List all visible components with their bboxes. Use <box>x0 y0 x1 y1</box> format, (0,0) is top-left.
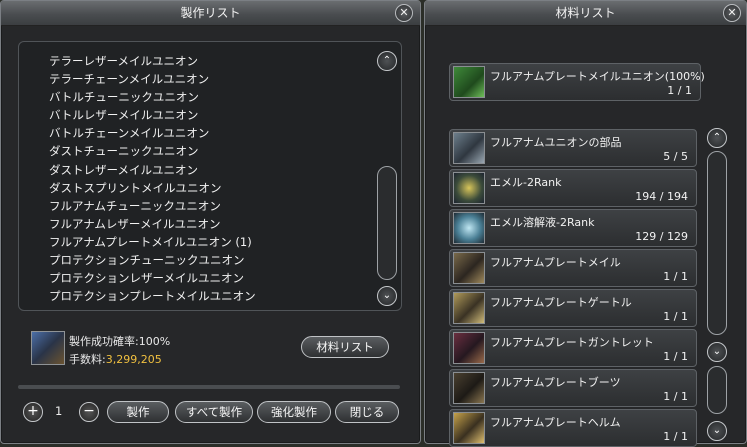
material-icon <box>453 252 485 284</box>
recipe-item[interactable]: フルアナムチューニックユニオン <box>49 197 256 215</box>
craft-button[interactable]: 製作 <box>107 401 169 423</box>
fee-label: 手数料: <box>69 353 106 366</box>
material-name: フルアナムプレートゲートル <box>490 296 632 309</box>
divider <box>18 385 400 389</box>
result-item-name: フルアナムプレートメイルユニオン(100%) <box>490 70 705 83</box>
material-item: フルアナムプレートヘルム 1 / 1 <box>449 409 697 447</box>
material-list-button[interactable]: 材料リスト <box>301 336 389 358</box>
recipe-item[interactable]: ダストチューニックユニオン <box>49 142 256 160</box>
material-item: エメル溶解液-2Rank 129 / 129 <box>449 209 697 247</box>
recipe-item[interactable]: バトルチェーンメイルユニオン <box>49 124 256 142</box>
material-icon <box>453 412 485 444</box>
material-scrollbar-lower[interactable] <box>707 366 727 414</box>
plus-icon[interactable]: + <box>23 402 43 422</box>
recipe-item[interactable]: フルアナムプレートメイルユニオン (1) <box>49 233 256 251</box>
material-item: フルアナムプレートゲートル 1 / 1 <box>449 289 697 327</box>
recipe-item[interactable]: ダストスプリントメイルユニオン <box>49 179 256 197</box>
crafting-list-window: 製作リスト ✕ テラーレザーメイルユニオン テラーチェーンメイルユニオン バトル… <box>0 0 421 444</box>
recipe-item[interactable]: バトルレザーメイルユニオン <box>49 106 256 124</box>
crafted-item-icon <box>31 331 65 365</box>
material-count: 1 / 1 <box>663 270 688 283</box>
scroll-down-icon[interactable]: ⌄ <box>707 342 727 362</box>
enhance-craft-button[interactable]: 強化製作 <box>257 401 331 423</box>
material-item: フルアナムプレートブーツ 1 / 1 <box>449 369 697 407</box>
fee-value: 3,299,205 <box>105 353 162 366</box>
recipe-item[interactable]: バトルチューニックユニオン <box>49 88 256 106</box>
recipe-item[interactable]: テラーレザーメイルユニオン <box>49 52 256 70</box>
material-icon <box>453 132 485 164</box>
quantity-value[interactable]: 1 <box>55 404 62 418</box>
scroll-up-icon[interactable]: ⌃ <box>377 51 397 71</box>
material-name: フルアナムプレートメイル <box>490 256 621 269</box>
result-item-count: 1 / 1 <box>667 84 692 97</box>
fee-text: 手数料:3,299,205 <box>69 351 162 367</box>
material-count: 129 / 129 <box>635 230 688 243</box>
material-name: エメル溶解液-2Rank <box>490 216 595 229</box>
material-icon <box>453 172 485 204</box>
result-item: フルアナムプレートメイルユニオン(100%) 1 / 1 <box>449 63 705 101</box>
material-icon <box>453 212 485 244</box>
material-name: フルアナムプレートブーツ <box>490 376 621 389</box>
material-list-title: 材料リスト <box>425 1 746 26</box>
material-item: フルアナムプレートガントレット 1 / 1 <box>449 329 697 367</box>
close-icon[interactable]: ✕ <box>395 4 413 22</box>
recipe-item[interactable]: ダストレザーメイルユニオン <box>49 161 256 179</box>
success-rate-text: 製作成功確率:100% <box>69 335 171 348</box>
material-name: フルアナムプレートガントレット <box>490 336 654 349</box>
material-count: 1 / 1 <box>663 350 688 363</box>
close-button[interactable]: 閉じる <box>335 401 399 423</box>
material-name: エメル-2Rank <box>490 176 562 189</box>
material-item: フルアナムプレートメイル 1 / 1 <box>449 249 697 287</box>
material-count: 1 / 1 <box>663 310 688 323</box>
recipe-item[interactable]: プロテクションレザーメイルユニオン <box>49 269 256 287</box>
material-count: 5 / 5 <box>663 150 688 163</box>
material-count: 194 / 194 <box>635 190 688 203</box>
crafting-list-title: 製作リスト <box>1 1 420 26</box>
scroll-down-icon[interactable]: ⌄ <box>707 421 727 441</box>
scroll-up-icon[interactable]: ⌃ <box>707 128 727 148</box>
material-list-window: 材料リスト ✕ フルアナムプレートメイルユニオン(100%) 1 / 1 フルア… <box>424 0 747 447</box>
recipe-item[interactable]: プロテクションプレートメイルユニオン <box>49 287 256 305</box>
recipe-item[interactable]: プロテクションチューニックユニオン <box>49 251 256 269</box>
recipe-item[interactable]: テラーチェーンメイルユニオン <box>49 70 256 88</box>
recipe-scrollbar[interactable] <box>377 166 397 280</box>
minus-icon[interactable]: − <box>79 402 99 422</box>
result-item-icon <box>453 66 485 98</box>
recipe-item[interactable]: フルアナムレザーメイルユニオン <box>49 215 256 233</box>
close-icon[interactable]: ✕ <box>723 4 741 22</box>
material-item: エメル-2Rank 194 / 194 <box>449 169 697 207</box>
material-name: フルアナムプレートヘルム <box>490 416 621 429</box>
recipe-listbox: テラーレザーメイルユニオン テラーチェーンメイルユニオン バトルチューニックユニ… <box>18 41 402 311</box>
material-icon <box>453 332 485 364</box>
scroll-down-icon[interactable]: ⌄ <box>377 286 397 306</box>
material-item: フルアナムユニオンの部品 5 / 5 <box>449 129 697 167</box>
material-icon <box>453 372 485 404</box>
material-count: 1 / 1 <box>663 390 688 403</box>
recipe-list: テラーレザーメイルユニオン テラーチェーンメイルユニオン バトルチューニックユニ… <box>49 52 256 305</box>
material-count: 1 / 1 <box>663 430 688 443</box>
material-scrollbar[interactable] <box>707 151 727 335</box>
material-icon <box>453 292 485 324</box>
craft-all-button[interactable]: すべて製作 <box>175 401 253 423</box>
material-name: フルアナムユニオンの部品 <box>490 136 622 149</box>
